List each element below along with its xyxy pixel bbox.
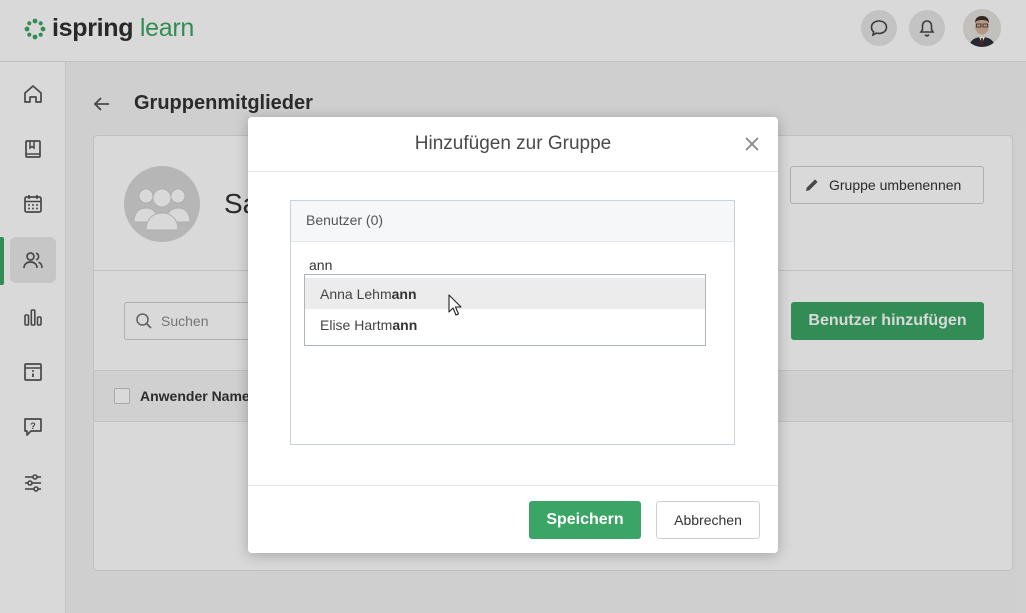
suggestion-match: ann <box>391 286 417 302</box>
add-to-group-dialog: Hinzufügen zur Gruppe Benutzer (0) ann A… <box>248 117 778 553</box>
close-icon <box>745 137 759 151</box>
users-selector: Benutzer (0) ann Anna Lehmann Elise Hart… <box>290 200 735 445</box>
users-count-header: Benutzer (0) <box>291 201 734 242</box>
dialog-title: Hinzufügen zur Gruppe <box>414 133 612 154</box>
suggestion-item[interactable]: Elise Hartmann <box>305 309 705 340</box>
suggestion-prefix: Anna Lehm <box>320 286 392 302</box>
dialog-footer: Speichern Abbrechen <box>248 485 778 553</box>
mouse-pointer-icon <box>448 294 462 316</box>
suggestion-match: ann <box>392 317 418 333</box>
cancel-button[interactable]: Abbrechen <box>656 501 760 539</box>
suggestion-item[interactable]: Anna Lehmann <box>305 278 705 309</box>
suggestion-prefix: Elise Hartm <box>320 317 393 333</box>
user-suggestions-dropdown: Anna Lehmann Elise Hartmann <box>304 274 706 346</box>
save-button[interactable]: Speichern <box>529 501 641 539</box>
dialog-header: Hinzufügen zur Gruppe <box>248 117 778 172</box>
user-search-input[interactable]: ann <box>309 257 332 273</box>
close-button[interactable] <box>742 134 762 154</box>
